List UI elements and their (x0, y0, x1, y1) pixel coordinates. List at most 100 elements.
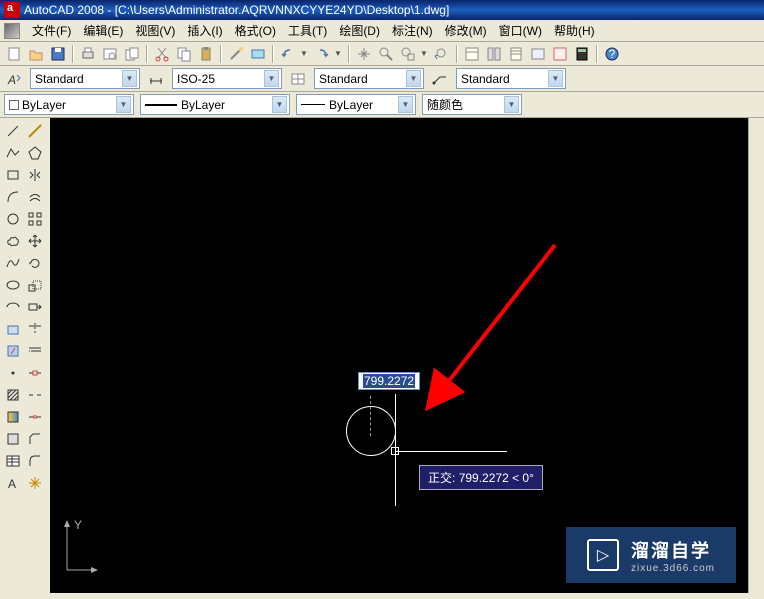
chamfer-tool[interactable] (24, 428, 45, 449)
region-tool[interactable] (2, 428, 23, 449)
trim-tool[interactable] (24, 318, 45, 339)
line-tool[interactable] (2, 120, 23, 141)
menu-dimension[interactable]: 标注(N) (386, 20, 439, 41)
zoom-window-button[interactable] (398, 44, 418, 64)
ellipse-arc-tool[interactable] (2, 296, 23, 317)
pickbox (391, 447, 399, 455)
scale-tool[interactable] (24, 274, 45, 295)
document-icon[interactable] (4, 23, 20, 39)
save-button[interactable] (48, 44, 68, 64)
table-style-combo[interactable]: Standard▼ (314, 68, 424, 89)
menu-tools[interactable]: 工具(T) (282, 20, 333, 41)
zoom-dropdown[interactable]: ▼ (420, 49, 430, 58)
vertical-scrollbar[interactable] (748, 118, 764, 593)
menu-window[interactable]: 窗口(W) (493, 20, 548, 41)
markup-button[interactable] (550, 44, 570, 64)
match-props-button[interactable] (226, 44, 246, 64)
paste-button[interactable] (196, 44, 216, 64)
plot-preview-button[interactable] (100, 44, 120, 64)
undo-button[interactable] (278, 44, 298, 64)
zoom-previous-button[interactable] (432, 44, 452, 64)
menu-file[interactable]: 文件(F) (26, 20, 77, 41)
linetype-combo[interactable]: ByLayer▼ (140, 94, 290, 115)
lineweight-value: ByLayer (329, 98, 373, 112)
pan-button[interactable] (354, 44, 374, 64)
menu-view[interactable]: 视图(V) (129, 20, 181, 41)
mtext-tool[interactable]: A (2, 472, 23, 493)
calculator-button[interactable] (572, 44, 592, 64)
dim-style-button[interactable] (146, 69, 166, 89)
redo-button[interactable] (312, 44, 332, 64)
extend-tool[interactable] (24, 340, 45, 361)
new-button[interactable] (4, 44, 24, 64)
publish-button[interactable] (122, 44, 142, 64)
lineweight-combo[interactable]: ByLayer▼ (296, 94, 416, 115)
array-tool[interactable] (24, 208, 45, 229)
rectangle-tool[interactable] (2, 164, 23, 185)
styles-toolbar: A Standard▼ ISO-25▼ Standard▼ Standard▼ (0, 66, 764, 92)
polygon-tool[interactable] (24, 142, 45, 163)
gradient-tool[interactable] (2, 406, 23, 427)
watermark-url: zixue.3d66.com (631, 563, 715, 574)
open-button[interactable] (26, 44, 46, 64)
menu-edit[interactable]: 编辑(E) (77, 20, 129, 41)
color-swatch (9, 100, 19, 110)
mleader-style-combo[interactable]: Standard▼ (456, 68, 566, 89)
plot-style-combo[interactable]: 随颜色▼ (422, 94, 522, 115)
dim-style-combo[interactable]: ISO-25▼ (172, 68, 282, 89)
point-tool[interactable] (2, 362, 23, 383)
stretch-tool[interactable] (24, 296, 45, 317)
menu-insert[interactable]: 插入(I) (181, 20, 228, 41)
xline-tool[interactable] (24, 120, 45, 141)
table-style-button[interactable] (288, 69, 308, 89)
hatch-tool[interactable] (2, 384, 23, 405)
tool-palettes-button[interactable] (506, 44, 526, 64)
mirror-tool[interactable] (24, 164, 45, 185)
menu-format[interactable]: 格式(O) (229, 20, 282, 41)
menu-help[interactable]: 帮助(H) (548, 20, 601, 41)
help-button[interactable]: ? (602, 44, 622, 64)
text-style-combo[interactable]: Standard▼ (30, 68, 140, 89)
title-bar: AutoCAD 2008 - [C:\Users\Administrator.A… (0, 0, 764, 20)
print-button[interactable] (78, 44, 98, 64)
design-center-button[interactable] (484, 44, 504, 64)
table-tool[interactable] (2, 450, 23, 471)
dropdown-icon: ▼ (272, 96, 287, 113)
text-style-button[interactable]: A (4, 69, 24, 89)
break-point-tool[interactable] (24, 362, 45, 383)
sheet-set-button[interactable] (528, 44, 548, 64)
drawing-canvas[interactable]: 799.2272 正交: 799.2272 < 0° Y 溜溜自学 zixue.… (50, 118, 748, 593)
weight-swatch (301, 104, 325, 105)
ellipse-tool[interactable] (2, 274, 23, 295)
undo-dropdown[interactable]: ▼ (300, 49, 310, 58)
svg-text:A: A (8, 477, 16, 491)
arc-tool[interactable] (2, 186, 23, 207)
break-tool[interactable] (24, 384, 45, 405)
copy-button[interactable] (174, 44, 194, 64)
cut-button[interactable] (152, 44, 172, 64)
mleader-style-button[interactable] (430, 69, 450, 89)
ortho-tooltip: 正交: 799.2272 < 0° (419, 465, 543, 490)
join-tool[interactable] (24, 406, 45, 427)
menu-draw[interactable]: 绘图(D) (333, 20, 386, 41)
polyline-tool[interactable] (2, 142, 23, 163)
offset-tool[interactable] (24, 186, 45, 207)
rotate-tool[interactable] (24, 252, 45, 273)
svg-text:?: ? (609, 47, 616, 61)
layer-color-combo[interactable]: ByLayer▼ (4, 94, 134, 115)
spline-tool[interactable] (2, 252, 23, 273)
move-tool[interactable] (24, 230, 45, 251)
explode-tool[interactable] (24, 472, 45, 493)
menu-modify[interactable]: 修改(M) (439, 20, 493, 41)
zoom-realtime-button[interactable] (376, 44, 396, 64)
make-block-tool[interactable] (2, 340, 23, 361)
circle-tool[interactable] (2, 208, 23, 229)
dynamic-input[interactable]: 799.2272 (358, 372, 420, 390)
revcloud-tool[interactable] (2, 230, 23, 251)
block-editor-button[interactable] (248, 44, 268, 64)
block-tool[interactable] (2, 318, 23, 339)
crosshair-horizontal (395, 451, 507, 452)
fillet-tool[interactable] (24, 450, 45, 471)
redo-dropdown[interactable]: ▼ (334, 49, 344, 58)
properties-button[interactable] (462, 44, 482, 64)
